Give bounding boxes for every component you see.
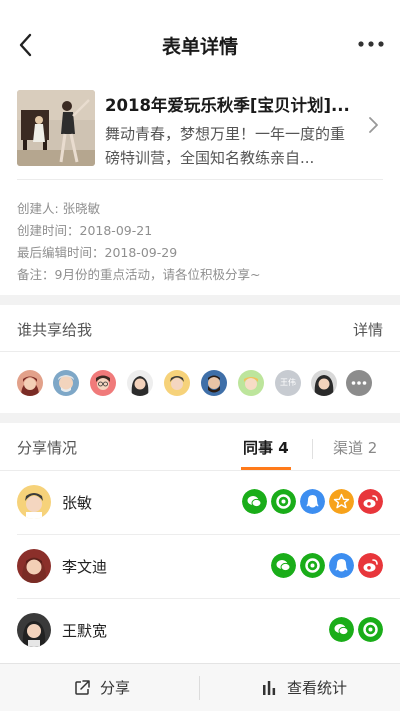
divider	[0, 351, 400, 352]
avatar[interactable]	[53, 370, 79, 396]
avatar-text[interactable]: 王伟	[275, 370, 301, 396]
wechat-icon	[329, 617, 354, 642]
avatar[interactable]	[311, 370, 337, 396]
avatar	[17, 549, 51, 583]
user-name: 李文迪	[62, 558, 108, 576]
share-label: 分享	[100, 679, 131, 697]
divider	[312, 439, 313, 459]
avatar[interactable]	[90, 370, 116, 396]
product-description: 舞动青春，梦想万里！一年一度的重 磅特训营，全国知名教练亲自...	[105, 122, 360, 170]
avatar	[17, 613, 51, 647]
qq-icon	[329, 553, 354, 578]
moments-icon	[271, 489, 296, 514]
product-thumbnail[interactable]	[17, 90, 95, 166]
product-description-line: 磅特训营，全国知名教练亲自...	[105, 149, 315, 167]
avatar[interactable]	[201, 370, 227, 396]
details-link[interactable]: 详情	[353, 319, 383, 340]
view-stats-label: 查看统计	[287, 679, 348, 697]
share-row[interactable]: 王默宽	[0, 599, 400, 663]
divider	[199, 676, 200, 700]
more-dots-icon	[351, 381, 367, 385]
user-name: 王默宽	[62, 622, 108, 640]
channel-icons	[329, 617, 383, 643]
divider	[17, 179, 383, 180]
weibo-icon	[358, 489, 383, 514]
section-title: 谁共享给我	[17, 321, 93, 339]
weibo-icon	[358, 553, 383, 578]
share-row[interactable]: 张敏	[0, 471, 400, 535]
avatar[interactable]	[17, 370, 43, 396]
avatar[interactable]	[164, 370, 190, 396]
share-status-section: 分享情况 同事 4 渠道 2 张敏 李文迪 王默宽	[0, 423, 400, 663]
edited-time-text: 最后编辑时间：2018-09-29	[17, 245, 178, 260]
avatar[interactable]	[238, 370, 264, 396]
shared-with-me-section: 谁共享给我 详情 王伟	[0, 305, 400, 413]
avatar[interactable]	[127, 370, 153, 396]
tab-colleagues[interactable]: 同事 4	[243, 437, 289, 458]
created-time-text: 创建时间：2018-09-21	[17, 223, 153, 238]
nav-bar: 表单详情	[0, 0, 400, 88]
avatar	[17, 485, 51, 519]
bar-chart-icon	[263, 681, 276, 695]
tab-channels[interactable]: 渠道 2	[333, 437, 377, 458]
more-dots-icon[interactable]	[356, 36, 386, 52]
moments-icon	[358, 617, 383, 642]
channel-icons	[271, 553, 383, 579]
qq-icon	[300, 489, 325, 514]
chevron-right-icon[interactable]	[368, 115, 380, 135]
page-title: 表单详情	[161, 36, 238, 58]
note-text: 备注：9月份的重点活动，请各位积极分享~	[17, 267, 261, 282]
product-title[interactable]: 2018年爱玩乐秋季[宝贝计划]...	[105, 92, 355, 116]
creator-text: 创建人: 张晓敏	[17, 201, 101, 216]
more-avatars-button[interactable]	[346, 370, 372, 396]
moments-icon	[300, 553, 325, 578]
channel-icons	[242, 489, 383, 515]
bottom-action-bar: 分享 查看统计	[0, 663, 400, 711]
product-description-line: 舞动青春，梦想万里！一年一度的重	[105, 125, 346, 143]
section-title: 分享情况	[17, 439, 78, 457]
qzone-icon	[329, 489, 354, 514]
user-name: 张敏	[62, 494, 93, 512]
wechat-icon	[242, 489, 267, 514]
share-row[interactable]: 李文迪	[0, 535, 400, 599]
wechat-icon	[271, 553, 296, 578]
form-info-card: 2018年爱玩乐秋季[宝贝计划]... 舞动青春，梦想万里！一年一度的重 磅特训…	[0, 88, 400, 295]
share-icon	[75, 680, 90, 695]
